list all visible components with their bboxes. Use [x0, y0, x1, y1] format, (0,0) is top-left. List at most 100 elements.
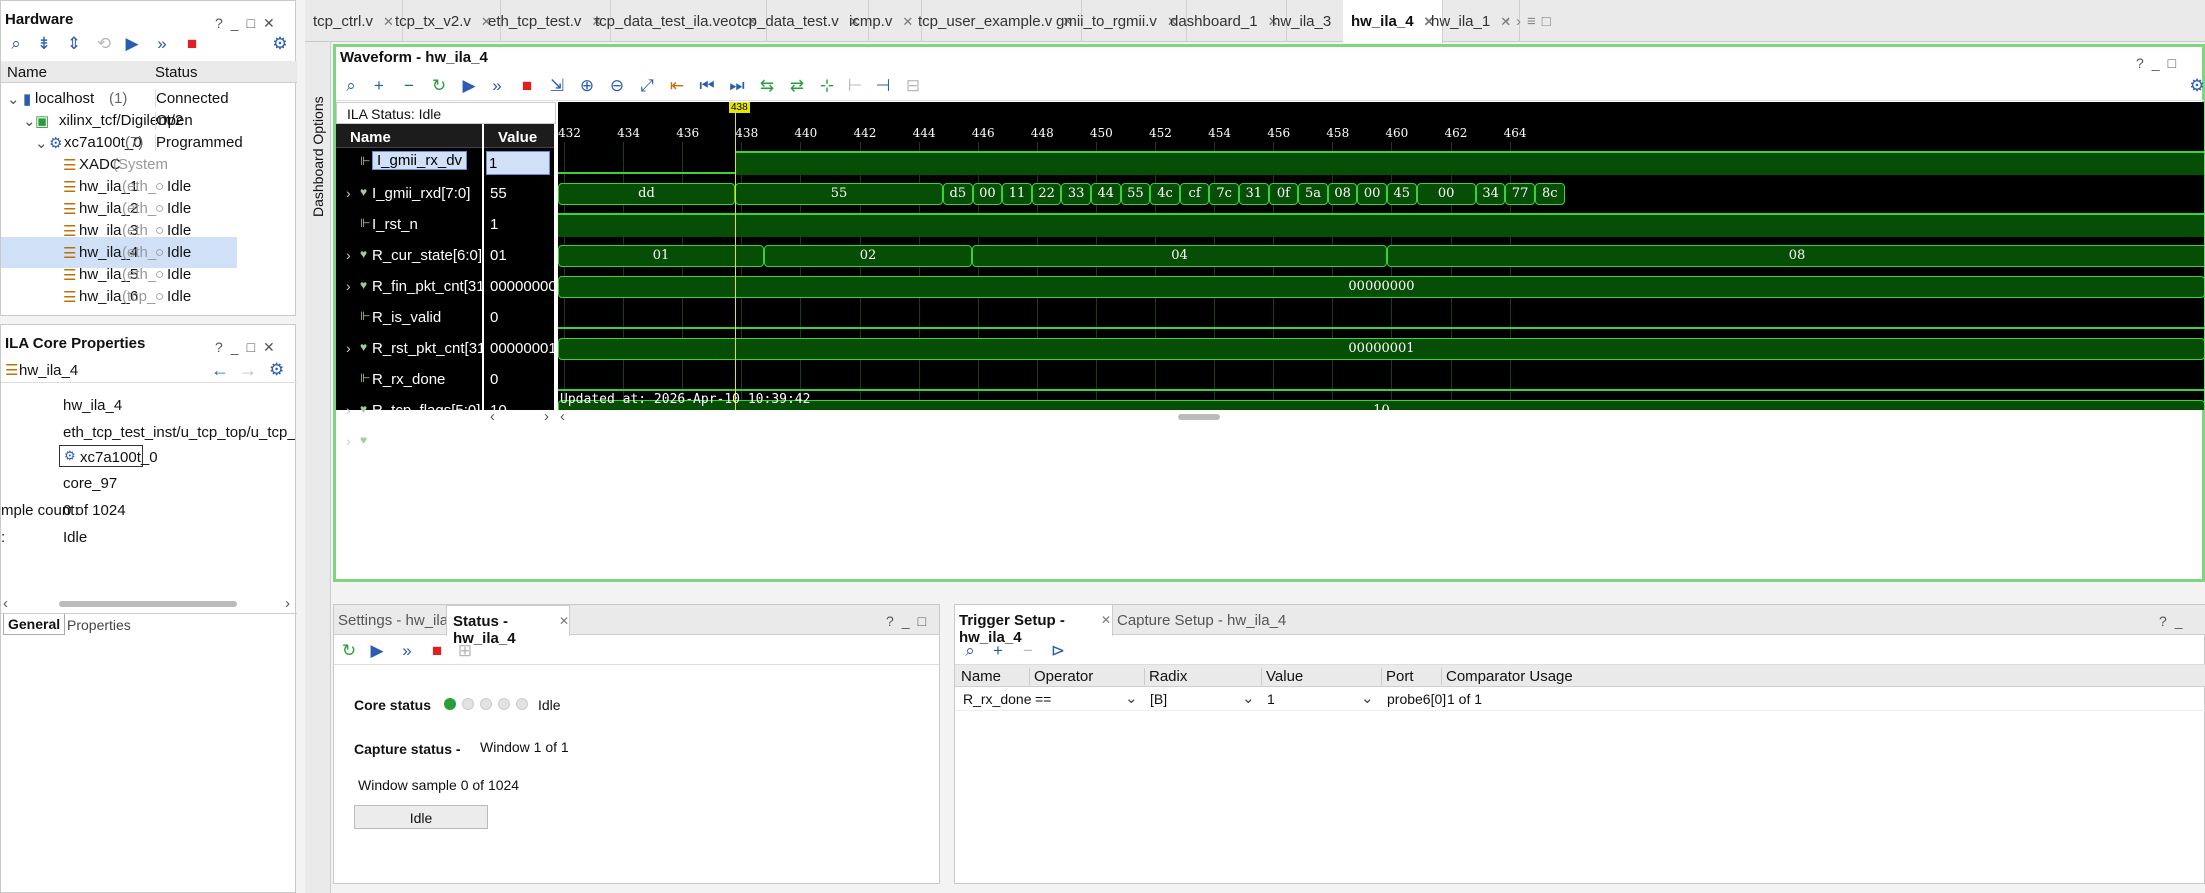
chevron-right-icon[interactable]: › — [346, 185, 351, 201]
idle-button[interactable]: Idle — [354, 805, 488, 829]
chevron-right-icon[interactable]: › — [346, 433, 351, 449]
go-to-start-icon[interactable]: ⏮ — [696, 75, 718, 97]
cursor-line[interactable] — [735, 102, 736, 410]
run-immediate-icon[interactable]: » — [486, 75, 508, 97]
tab-overflow-icon[interactable]: ‹›≡□ — [1505, 13, 1557, 30]
expand-all-icon[interactable]: ⇕ — [63, 33, 85, 55]
tab-capture-setup[interactable]: Capture Setup - hw_ila_4 — [1117, 612, 1286, 629]
trigger-start-icon[interactable]: ⊞ — [454, 640, 476, 662]
go-to-cursor-icon[interactable]: ⇤ — [666, 75, 688, 97]
trigger-usage: 1 of 1 — [1447, 691, 1483, 707]
tab-trigger-setup[interactable]: Trigger Setup - hw_ila_4 ✕ — [955, 605, 1113, 646]
back-arrow-icon[interactable]: ← — [211, 360, 229, 381]
remove-icon[interactable]: − — [398, 75, 420, 97]
run-icon[interactable]: ↻ — [428, 75, 450, 97]
tab-general[interactable]: General — [3, 614, 66, 635]
next-transition-icon[interactable]: ⇄ — [786, 75, 808, 97]
trigger-window-buttons[interactable]: ?_ — [2159, 613, 2191, 629]
value-select[interactable]: 1 ⌄ — [1261, 687, 1381, 711]
close-icon[interactable]: ✕ — [559, 614, 569, 628]
search-icon[interactable]: ⌕ — [340, 75, 362, 97]
chevron-right-icon[interactable]: › — [346, 278, 351, 294]
tab-properties[interactable]: Properties — [67, 617, 131, 633]
tree-row-hw-ila-6[interactable]: ☰ hw_ila_6 (tcp_ ○ Idle — [1, 281, 331, 312]
signal-name-row[interactable]: › ♥ R_tcp_flags[5:0] — [336, 396, 482, 427]
signal-value[interactable]: 1 — [486, 151, 550, 175]
wave-hscrollbar[interactable]: ‹ — [558, 408, 2204, 425]
export-icon[interactable]: ⇲ — [546, 75, 568, 97]
chevron-right-icon[interactable]: › — [346, 247, 351, 263]
signal-name-row[interactable]: › ♥ R_fin_pkt_cnt[31:0] — [336, 272, 501, 303]
stop-icon[interactable]: ■ — [426, 640, 448, 662]
dashboard-options-strip[interactable]: Dashboard Options — [305, 42, 331, 893]
prop-device-link[interactable]: ⚙ xc7a100t_0 — [59, 445, 158, 467]
chevron-down-icon[interactable]: ⌄ — [1242, 689, 1255, 707]
go-to-end-icon[interactable]: ⏭ — [726, 75, 748, 97]
signal-name-row[interactable]: › ♥ R_rst_pkt_cnt[31:0] — [336, 334, 502, 365]
signal-name-row[interactable]: › ♥ I_gmii_rxd[7:0] — [336, 179, 482, 210]
wave-area[interactable]: 432 434 436 438 440 442 444 446 448 450 452 454 456 4… — [558, 102, 2204, 410]
signal-name-row[interactable]: ⊩ I_rst_n — [336, 210, 482, 241]
run-trigger-icon[interactable]: ▶ — [458, 75, 480, 97]
dashboard-options-label[interactable]: Dashboard Options — [310, 87, 326, 217]
run-icon[interactable]: ↻ — [338, 640, 360, 662]
signal-name: R_rx_done — [372, 371, 446, 388]
status-window-buttons[interactable]: ?_□ — [886, 613, 934, 629]
properties-hscrollbar[interactable]: ‹ › — [1, 595, 297, 612]
signal-name-row[interactable]: › ♥ R_cur_state[6:0] — [336, 241, 482, 272]
add-marker-icon[interactable]: ⊹ — [816, 75, 838, 97]
stop-icon[interactable]: ■ — [181, 33, 203, 55]
search-icon[interactable]: ⌕ — [5, 33, 27, 55]
next-marker-icon[interactable]: ⊣ — [872, 75, 894, 97]
gear-icon[interactable]: ⚙ — [2186, 75, 2205, 97]
auto-connect-icon[interactable]: ⟲ — [93, 33, 115, 55]
stop-icon[interactable]: ■ — [516, 75, 538, 97]
close-icon[interactable]: ✕ — [1101, 613, 1111, 627]
previous-transition-icon[interactable]: ⇆ — [756, 75, 778, 97]
run-immediate-icon[interactable]: » — [151, 33, 173, 55]
forward-arrow-icon[interactable]: → — [239, 360, 257, 381]
trigger-table-row[interactable]: R_rx_done == ⌄ [B] ⌄ 1 ⌄ probe6[0] 1 of … — [955, 687, 2205, 711]
collapse-all-icon[interactable]: ⇟ — [33, 33, 55, 55]
scroll-left-icon[interactable]: ‹ — [3, 595, 8, 612]
chevron-right-icon[interactable]: › — [346, 402, 351, 418]
zoom-in-icon[interactable]: ⊕ — [576, 75, 598, 97]
chevron-down-icon[interactable]: ⌄ — [1125, 689, 1138, 707]
properties-window-buttons[interactable]: ?_□✕ — [215, 339, 283, 356]
signal-name-row[interactable]: ⊩ R_is_valid — [336, 303, 482, 334]
radix-select[interactable]: [B] ⌄ — [1144, 687, 1261, 711]
gear-icon[interactable]: ⚙ — [269, 360, 284, 380]
hardware-tree: ⌄ ▮ localhost (1) Connected ⌄ ▣ xilinx_t… — [1, 83, 297, 317]
signal-name-row[interactable]: › ♥ R_byte_cnt[15:0] — [336, 427, 485, 458]
gear-icon[interactable]: ⚙ — [269, 33, 291, 55]
remove-icon[interactable]: − — [1017, 640, 1039, 662]
swap-cursors-icon[interactable]: ⊟ — [902, 75, 924, 97]
waveform-window-buttons[interactable]: ?_□ — [2136, 55, 2184, 71]
zoom-out-icon[interactable]: ⊖ — [606, 75, 628, 97]
scroll-left-icon[interactable]: ‹ — [560, 408, 565, 425]
scroll-thumb[interactable] — [59, 601, 237, 607]
operator-select[interactable]: == ⌄ — [1029, 687, 1144, 711]
name-hscrollbar[interactable]: ‹ › — [484, 408, 556, 425]
run-trigger-icon[interactable]: ▶ — [121, 33, 143, 55]
scroll-left-icon[interactable]: ‹ — [490, 408, 495, 425]
trigger-condition-icon[interactable]: ⊳ — [1047, 640, 1069, 662]
signal-name-row[interactable]: ⊩ I_gmii_rx_dv — [336, 148, 482, 179]
chevron-right-icon[interactable]: › — [346, 340, 351, 356]
scroll-right-icon[interactable]: › — [544, 408, 549, 425]
zoom-fit-icon[interactable]: ⤢ — [636, 75, 658, 97]
scroll-thumb[interactable] — [1178, 414, 1220, 420]
run-trigger-icon[interactable]: ▶ — [366, 640, 388, 662]
add-icon[interactable]: + — [368, 75, 390, 97]
add-icon[interactable]: + — [987, 640, 1009, 662]
signal-name-row[interactable]: ⊩ R_rx_done — [336, 365, 482, 396]
search-icon[interactable]: ⌕ — [959, 640, 981, 662]
tab-status[interactable]: Status - hw_ila_4 ✕ — [446, 605, 570, 647]
hardware-window-buttons[interactable]: ?_□✕ — [215, 15, 283, 32]
bus-segment: 45 — [1387, 183, 1417, 205]
run-immediate-icon[interactable]: » — [396, 640, 418, 662]
chevron-down-icon[interactable]: ⌄ — [1361, 689, 1374, 707]
previous-marker-icon[interactable]: ⊢ — [844, 75, 866, 97]
prop-status-label: : — [1, 529, 6, 546]
scroll-right-icon[interactable]: › — [285, 595, 290, 612]
